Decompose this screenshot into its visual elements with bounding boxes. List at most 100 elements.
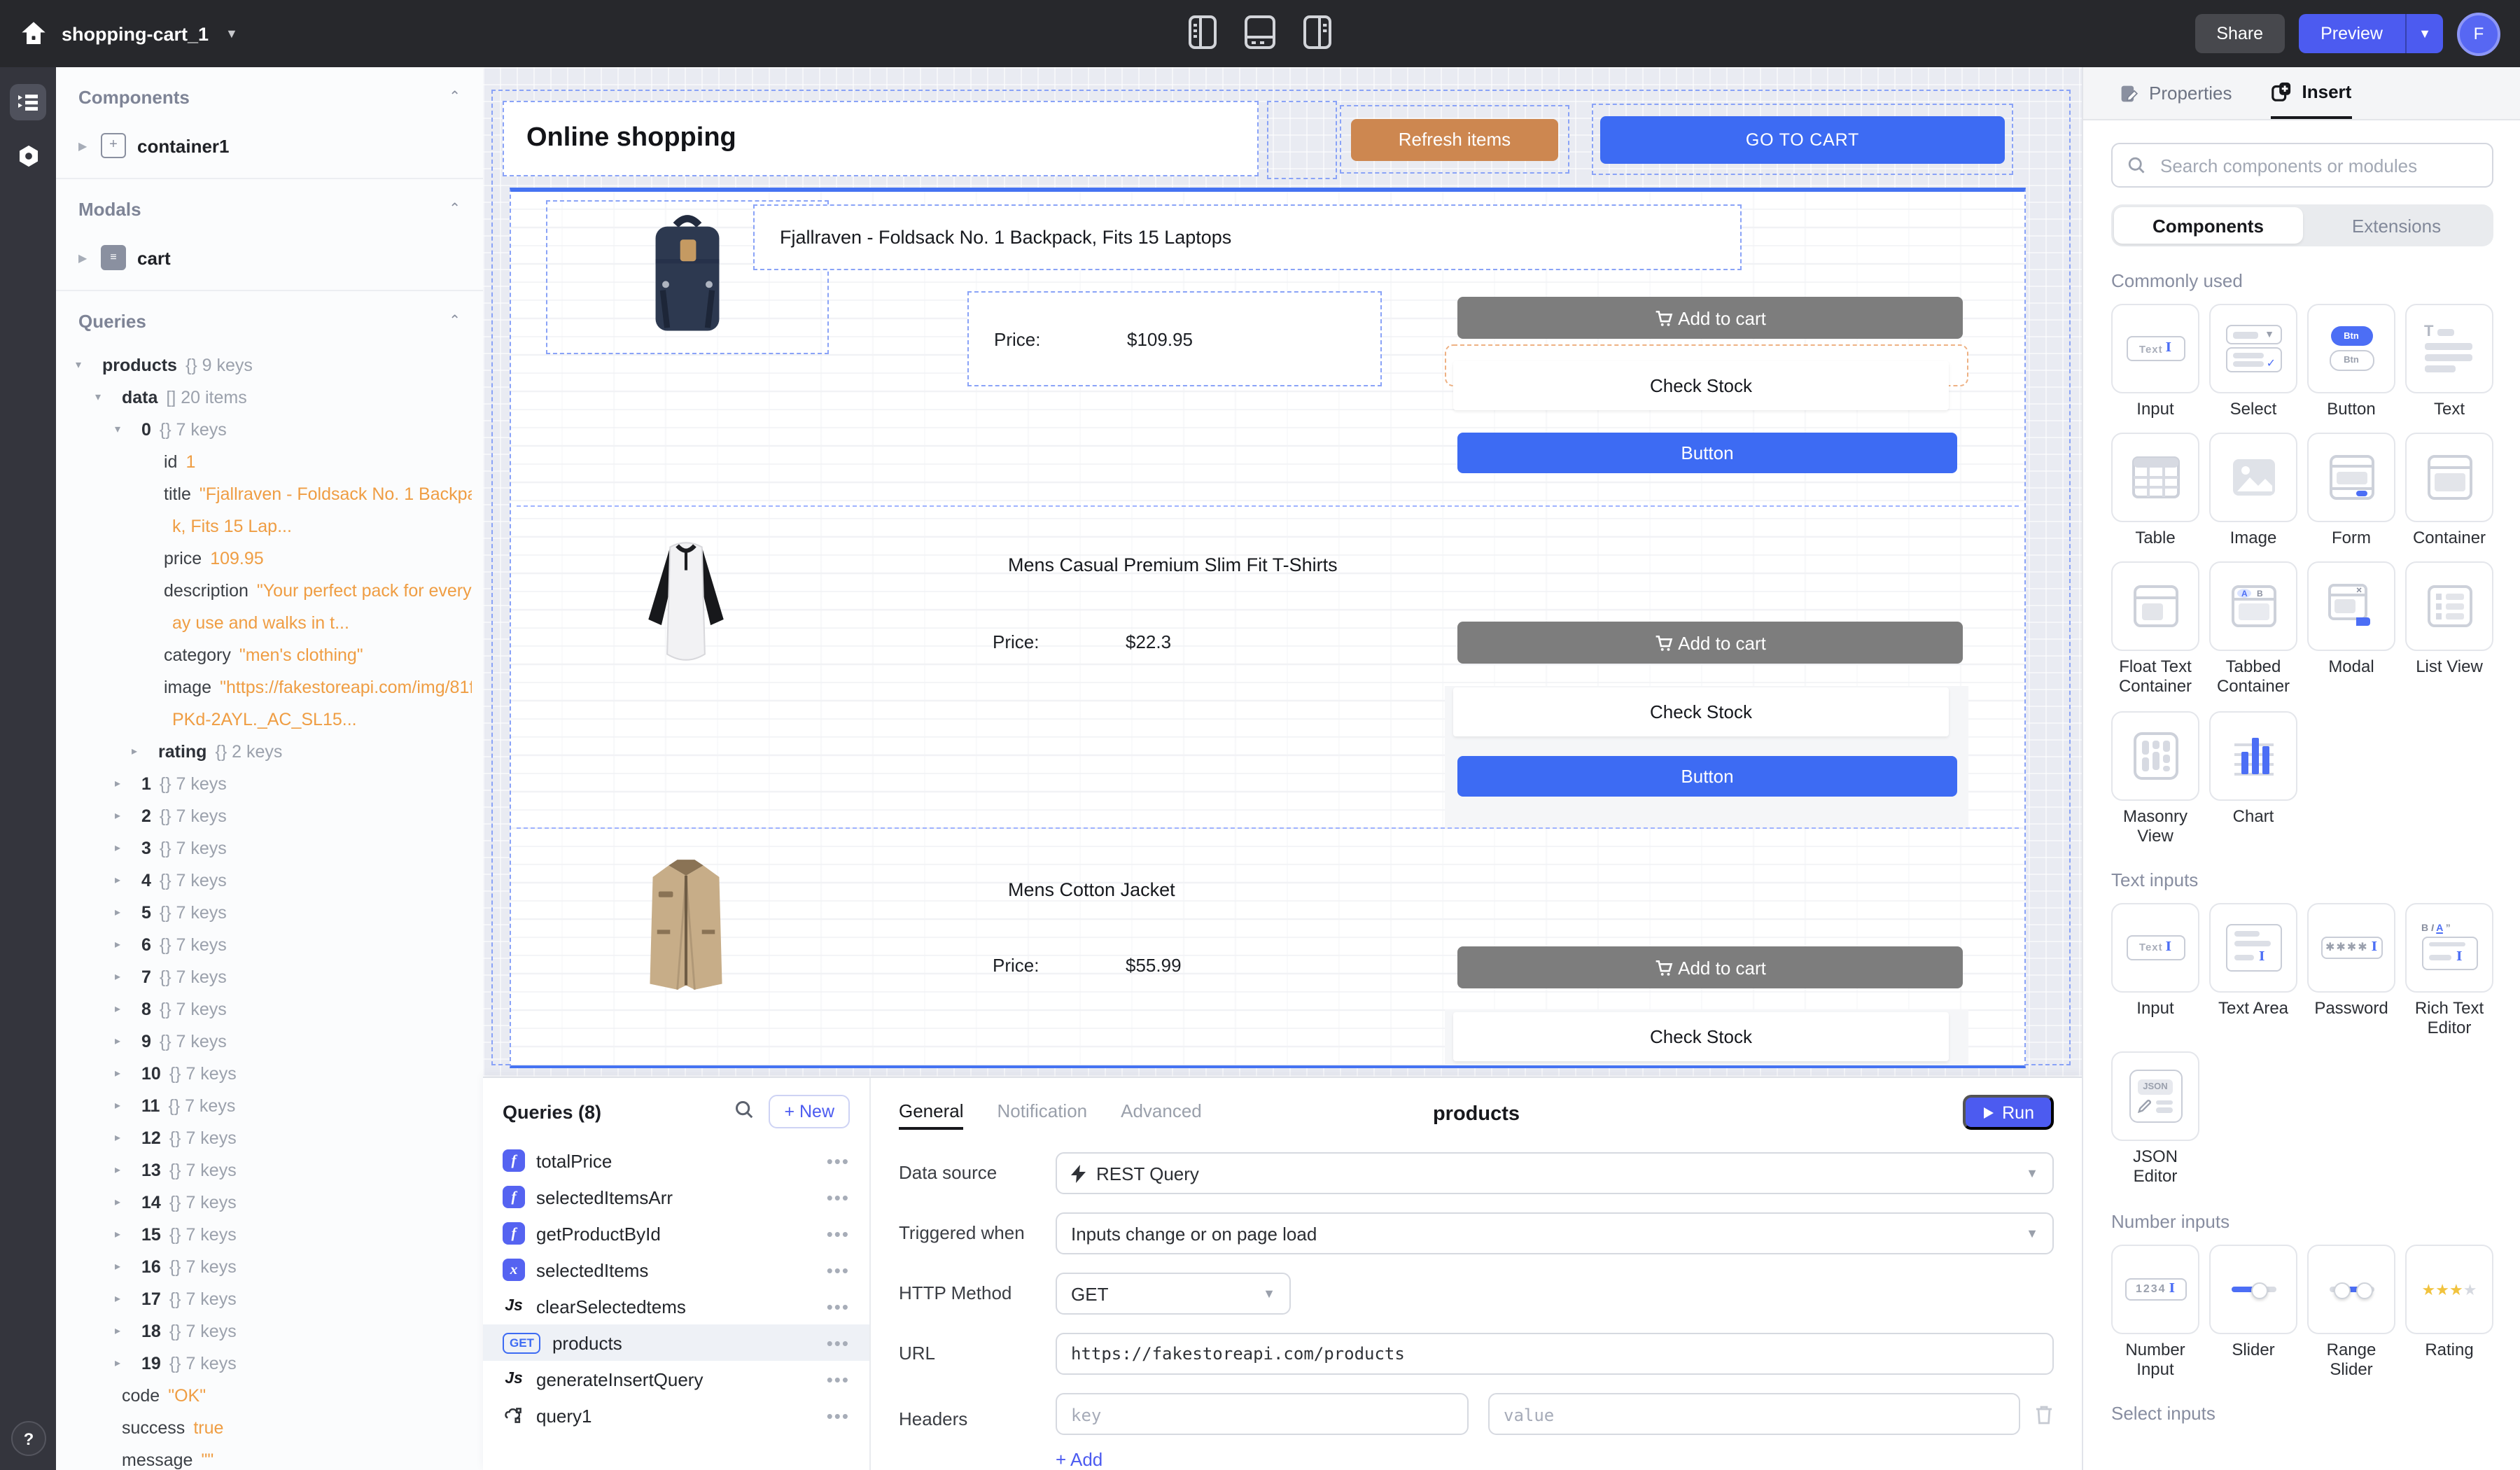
tree-caret-icon[interactable]: ▾ [115, 423, 133, 435]
query-menu-icon[interactable]: ••• [827, 1368, 850, 1390]
tree-row[interactable]: ▸ 13 {} 7 keys [56, 1154, 472, 1186]
product-price[interactable]: Price: $55.99 [993, 955, 1182, 976]
component-tile-range-slider[interactable]: Range Slider [2307, 1244, 2395, 1379]
tree-row[interactable]: ▸ 18 {} 7 keys [56, 1315, 472, 1347]
share-button[interactable]: Share [2195, 14, 2284, 53]
component-tile-slider[interactable]: Slider [2209, 1244, 2297, 1379]
app-name-chevron-icon[interactable]: ▼ [225, 27, 238, 41]
widget-app-title[interactable]: Online shopping [503, 101, 1259, 176]
tree-row[interactable]: ▸ 4 {} 7 keys [56, 864, 472, 896]
tree-row[interactable]: ▸ 11 {} 7 keys [56, 1089, 472, 1121]
tree-row[interactable]: title "Fjallraven - Foldsack No. 1 Backp… [56, 477, 472, 510]
tree-row[interactable]: message "" [56, 1443, 472, 1470]
tree-caret-icon[interactable]: ▸ [115, 1099, 133, 1112]
tree-row[interactable]: ▸ 8 {} 7 keys [56, 993, 472, 1025]
query-row[interactable]: f totalPrice ••• [483, 1142, 869, 1179]
queries-section-header[interactable]: Queries ⌃ [78, 311, 461, 332]
tree-caret-icon[interactable]: ▸ [132, 745, 150, 757]
product-title[interactable]: Mens Casual Premium Slim Fit T-Shirts [1008, 554, 1338, 575]
tree-caret-icon[interactable]: ▾ [76, 358, 94, 371]
query-search-icon[interactable] [734, 1099, 755, 1124]
product-image-widget[interactable] [546, 850, 826, 1001]
tree-row[interactable]: ▸ 1 {} 7 keys [56, 767, 472, 799]
add-to-cart-button[interactable]: Add to cart [1457, 946, 1963, 988]
widget-list-view[interactable]: Fjallraven - Foldsack No. 1 Backpack, Fi… [510, 188, 2026, 1068]
tree-row[interactable]: ▾ products {} 9 keys [56, 349, 472, 381]
preview-dropdown-chevron-icon[interactable]: ▼ [2405, 14, 2443, 53]
check-stock-button[interactable]: Check Stock [1453, 687, 1949, 736]
generic-button[interactable]: Button [1457, 433, 1957, 473]
product-title[interactable]: Mens Cotton Jacket [1008, 879, 1175, 900]
product-image-widget[interactable] [546, 525, 826, 676]
tree-caret-icon[interactable]: ▸ [115, 1228, 133, 1240]
component-tile-rich-text-editor[interactable]: B I A ” I Rich Text Editor [2405, 903, 2493, 1038]
header-key-input[interactable] [1056, 1393, 1469, 1435]
component-tile-float-text-container[interactable]: Float Text Container [2111, 562, 2199, 697]
query-row[interactable]: x selectedItems ••• [483, 1252, 869, 1288]
check-stock-button[interactable]: Check Stock [1453, 361, 1949, 410]
delete-header-icon[interactable] [2034, 1404, 2054, 1424]
component-search-input[interactable] [2157, 153, 2478, 177]
component-tile-tabbed-container[interactable]: AB Tabbed Container [2209, 562, 2297, 697]
tree-caret-icon[interactable]: ▸ [115, 874, 133, 886]
component-tile-button[interactable]: Btn Btn Button [2307, 304, 2395, 419]
component-tile-input[interactable]: TextI Input [2111, 903, 2199, 1038]
tree-row[interactable]: ▸ 16 {} 7 keys [56, 1250, 472, 1282]
tree-caret-icon[interactable]: ▸ [115, 1260, 133, 1273]
tree-row[interactable]: image "https://fakestoreapi.com/img/81f [56, 671, 472, 703]
tree-row[interactable]: ▸ 9 {} 7 keys [56, 1025, 472, 1057]
product-title-widget[interactable]: Fjallraven - Foldsack No. 1 Backpack, Fi… [753, 204, 1742, 270]
tree-caret-icon[interactable]: ▸ [115, 809, 133, 822]
generic-button[interactable]: Button [1457, 756, 1957, 797]
add-header-link[interactable]: + Add [1056, 1449, 2054, 1470]
component-tile-image[interactable]: Image [2209, 433, 2297, 547]
tree-row[interactable]: ▸ 2 {} 7 keys [56, 799, 472, 832]
tree-row[interactable]: success true [56, 1411, 472, 1443]
query-row[interactable]: f getProductById ••• [483, 1215, 869, 1252]
tree-caret-icon[interactable]: ▸ [115, 1163, 133, 1176]
expand-caret-icon[interactable]: ▶ [78, 251, 90, 264]
tree-caret-icon[interactable]: ▸ [115, 1324, 133, 1337]
tab-general[interactable]: General [899, 1100, 964, 1129]
settings-hexagon-icon[interactable] [10, 137, 46, 174]
component-tile-password[interactable]: ✱✱✱✱I Password [2307, 903, 2395, 1038]
tree-row[interactable]: ▸ 19 {} 7 keys [56, 1347, 472, 1379]
tree-caret-icon[interactable]: ▸ [115, 1035, 133, 1047]
tree-node-cart[interactable]: ▶ ≡ cart [78, 242, 461, 273]
component-tile-text[interactable]: T Text [2405, 304, 2493, 419]
query-row[interactable]: Js generateInsertQuery ••• [483, 1361, 869, 1397]
tree-caret-icon[interactable]: ▸ [115, 1357, 133, 1369]
component-tile-select[interactable]: ▼ ✓ Select [2209, 304, 2297, 419]
modals-collapse-chevron-icon[interactable]: ⌃ [449, 202, 461, 217]
editor-canvas[interactable]: Online shopping Refresh items GO TO CART… [483, 67, 2082, 1077]
tree-row[interactable]: ay use and walks in t... [56, 606, 472, 638]
tab-insert[interactable]: Insert [2272, 67, 2352, 119]
tree-caret-icon[interactable]: ▸ [115, 777, 133, 790]
tree-caret-icon[interactable]: ▸ [115, 1196, 133, 1208]
toggle-left-panel-icon[interactable] [1187, 13, 1218, 54]
toggle-bottom-panel-icon[interactable] [1243, 13, 1277, 54]
add-to-cart-button[interactable]: Add to cart [1457, 622, 1963, 664]
component-tile-text-area[interactable]: I Text Area [2209, 903, 2297, 1038]
header-value-input[interactable] [1488, 1393, 2020, 1435]
refresh-items-button[interactable]: Refresh items [1351, 118, 1558, 160]
tree-caret-icon[interactable]: ▸ [115, 938, 133, 951]
go-to-cart-button[interactable]: GO TO CART [1600, 115, 2005, 163]
tree-caret-icon[interactable]: ▾ [95, 391, 113, 403]
tree-row[interactable]: ▾ 0 {} 7 keys [56, 413, 472, 445]
queries-collapse-chevron-icon[interactable]: ⌃ [449, 314, 461, 329]
tab-advanced[interactable]: Advanced [1121, 1100, 1202, 1129]
tree-row[interactable]: k, Fits 15 Lap... [56, 510, 472, 542]
inspector-tree-icon[interactable] [10, 84, 46, 120]
http-method-select[interactable]: GET ▼ [1056, 1273, 1291, 1315]
tree-caret-icon[interactable]: ▸ [115, 1067, 133, 1079]
query-row[interactable]: Js clearSelectedtems ••• [483, 1288, 869, 1324]
tree-row[interactable]: price 109.95 [56, 542, 472, 574]
query-menu-icon[interactable]: ••• [827, 1332, 850, 1353]
tree-row[interactable]: ▾ data [] 20 items [56, 381, 472, 413]
tree-row[interactable]: ▸ 14 {} 7 keys [56, 1186, 472, 1218]
query-menu-icon[interactable]: ••• [827, 1223, 850, 1244]
tree-row[interactable]: category "men's clothing" [56, 638, 472, 671]
tree-row[interactable]: ▸ 6 {} 7 keys [56, 928, 472, 960]
tree-node-container1[interactable]: ▶ + container1 [78, 130, 461, 161]
